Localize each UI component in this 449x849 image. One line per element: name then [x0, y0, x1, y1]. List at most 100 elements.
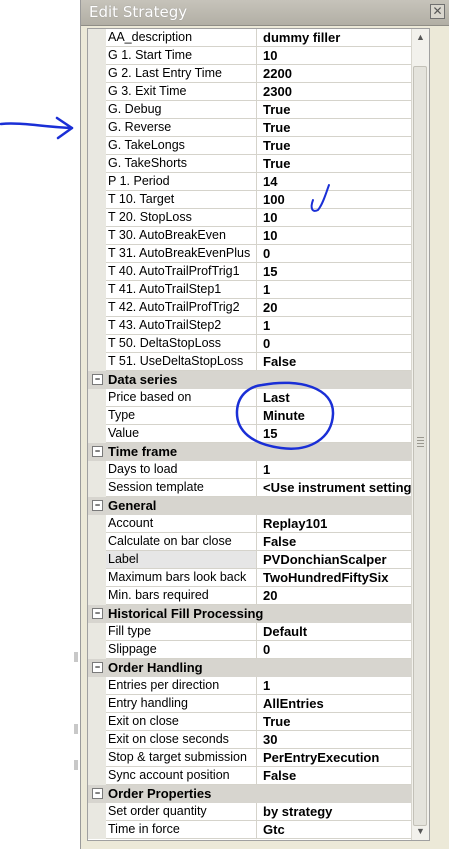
category-general[interactable]: − General [88, 497, 429, 515]
property-name[interactable]: Maximum bars look back [106, 569, 257, 587]
collapse-toggle-icon[interactable]: − [92, 608, 103, 619]
category-order-properties[interactable]: − Order Properties [88, 785, 429, 803]
property-row-exit-on-close[interactable]: Exit on close True [88, 713, 429, 731]
property-row-g-debug[interactable]: G. Debug True [88, 101, 429, 119]
property-row-calculate-on-bar-close[interactable]: Calculate on bar close False [88, 533, 429, 551]
property-value[interactable]: TwoHundredFiftySix [257, 569, 429, 587]
property-value[interactable]: 30 [257, 731, 429, 749]
property-value[interactable]: Replay101 [257, 515, 429, 533]
collapse-toggle-icon[interactable]: − [92, 446, 103, 457]
property-name[interactable]: T 42. AutoTrailProfTrig2 [106, 299, 257, 317]
property-row-g-1-start-time[interactable]: G 1. Start Time 10 [88, 47, 429, 65]
property-value[interactable]: 1 [257, 317, 429, 335]
property-row-t-51-usedeltastoploss[interactable]: T 51. UseDeltaStopLoss False [88, 353, 429, 371]
property-value[interactable]: False [257, 767, 429, 785]
property-name[interactable]: G 3. Exit Time [106, 83, 257, 101]
property-row-g-3-exit-time[interactable]: G 3. Exit Time 2300 [88, 83, 429, 101]
property-name[interactable]: Sync account position [106, 767, 257, 785]
property-name[interactable]: T 51. UseDeltaStopLoss [106, 353, 257, 371]
property-name[interactable]: G. TakeShorts [106, 155, 257, 173]
property-name[interactable]: Calculate on bar close [106, 533, 257, 551]
property-name[interactable]: T 10. Target [106, 191, 257, 209]
property-row-account[interactable]: Account Replay101 [88, 515, 429, 533]
property-value[interactable]: False [257, 353, 429, 371]
scroll-down-icon[interactable]: ▼ [414, 825, 427, 838]
property-row-slippage[interactable]: Slippage 0 [88, 641, 429, 659]
scroll-up-icon[interactable]: ▲ [414, 31, 427, 44]
property-row-stop-target-submission[interactable]: Stop & target submission PerEntryExecutio… [88, 749, 429, 767]
property-row-g-2-last-entry-time[interactable]: G 2. Last Entry Time 2200 [88, 65, 429, 83]
property-value[interactable]: Last [257, 389, 429, 407]
property-value[interactable]: PerEntryExecution [257, 749, 429, 767]
property-row-g-reverse[interactable]: G. Reverse True [88, 119, 429, 137]
property-row-t-42-autotrailproftrig2[interactable]: T 42. AutoTrailProfTrig2 20 [88, 299, 429, 317]
property-value[interactable]: True [257, 137, 429, 155]
property-row-fill-type[interactable]: Fill type Default [88, 623, 429, 641]
property-value[interactable]: False [257, 533, 429, 551]
property-name[interactable]: Entry handling [106, 695, 257, 713]
property-value[interactable]: 10 [257, 209, 429, 227]
property-row-days-to-load[interactable]: Days to load 1 [88, 461, 429, 479]
property-value[interactable]: Gtc [257, 821, 429, 839]
property-row-value[interactable]: Value 15 [88, 425, 429, 443]
property-name[interactable]: Account [106, 515, 257, 533]
property-row-aa-description[interactable]: AA_description dummy filler [88, 29, 429, 47]
property-name[interactable]: Slippage [106, 641, 257, 659]
property-value[interactable]: 0 [257, 641, 429, 659]
property-name[interactable]: T 31. AutoBreakEvenPlus [106, 245, 257, 263]
property-name[interactable]: G. Reverse [106, 119, 257, 137]
property-name[interactable]: Days to load [106, 461, 257, 479]
property-row-sync-account-position[interactable]: Sync account position False [88, 767, 429, 785]
property-name[interactable]: G. Debug [106, 101, 257, 119]
vertical-scrollbar[interactable]: ▲ ▼ [411, 29, 429, 840]
property-name[interactable]: P 1. Period [106, 173, 257, 191]
property-value[interactable]: True [257, 101, 429, 119]
property-name[interactable]: T 43. AutoTrailStep2 [106, 317, 257, 335]
property-row-entries-per-direction[interactable]: Entries per direction 1 [88, 677, 429, 695]
collapse-toggle-icon[interactable]: − [92, 374, 103, 385]
property-value[interactable]: 20 [257, 587, 429, 605]
property-value[interactable]: True [257, 155, 429, 173]
property-row-time-in-force[interactable]: Time in force Gtc [88, 821, 429, 839]
property-name[interactable]: T 40. AutoTrailProfTrig1 [106, 263, 257, 281]
property-row-t-43-autotrailstep2[interactable]: T 43. AutoTrailStep2 1 [88, 317, 429, 335]
property-name[interactable]: Session template [106, 479, 257, 497]
property-name[interactable]: Entries per direction [106, 677, 257, 695]
scroll-thumb[interactable] [413, 66, 427, 826]
property-name[interactable]: Type [106, 407, 257, 425]
property-row-t-20-stoploss[interactable]: T 20. StopLoss 10 [88, 209, 429, 227]
property-value[interactable]: 1 [257, 281, 429, 299]
property-name[interactable]: Fill type [106, 623, 257, 641]
property-value[interactable]: 0 [257, 245, 429, 263]
property-name[interactable]: G. TakeLongs [106, 137, 257, 155]
property-value[interactable]: AllEntries [257, 695, 429, 713]
property-row-type[interactable]: Type Minute [88, 407, 429, 425]
property-name[interactable]: G 2. Last Entry Time [106, 65, 257, 83]
property-value[interactable]: 10 [257, 227, 429, 245]
property-name[interactable]: Value [106, 425, 257, 443]
property-value[interactable]: 10 [257, 47, 429, 65]
property-value[interactable]: 20 [257, 299, 429, 317]
property-name[interactable]: Price based on [106, 389, 257, 407]
property-name[interactable]: Min. bars required [106, 587, 257, 605]
property-name[interactable]: T 30. AutoBreakEven [106, 227, 257, 245]
property-value[interactable]: True [257, 119, 429, 137]
property-name[interactable]: Exit on close seconds [106, 731, 257, 749]
property-value[interactable]: 15 [257, 263, 429, 281]
property-row-exit-on-close-seconds[interactable]: Exit on close seconds 30 [88, 731, 429, 749]
property-value[interactable]: 2200 [257, 65, 429, 83]
property-row-set-order-quantity[interactable]: Set order quantity by strategy [88, 803, 429, 821]
title-bar[interactable]: Edit Strategy ✕ [81, 0, 449, 26]
category-time-frame[interactable]: − Time frame [88, 443, 429, 461]
property-value[interactable]: 0 [257, 335, 429, 353]
property-value[interactable]: PVDonchianScalper [257, 551, 429, 569]
property-value[interactable]: 1 [257, 461, 429, 479]
property-row-label[interactable]: Label PVDonchianScalper [88, 551, 429, 569]
property-row-min-bars-required[interactable]: Min. bars required 20 [88, 587, 429, 605]
category-data-series[interactable]: − Data series [88, 371, 429, 389]
property-row-t-30-autobreakeven[interactable]: T 30. AutoBreakEven 10 [88, 227, 429, 245]
property-value[interactable]: Minute [257, 407, 429, 425]
property-row-t-50-deltastoploss[interactable]: T 50. DeltaStopLoss 0 [88, 335, 429, 353]
property-row-entry-handling[interactable]: Entry handling AllEntries [88, 695, 429, 713]
property-row-g-takeshorts[interactable]: G. TakeShorts True [88, 155, 429, 173]
